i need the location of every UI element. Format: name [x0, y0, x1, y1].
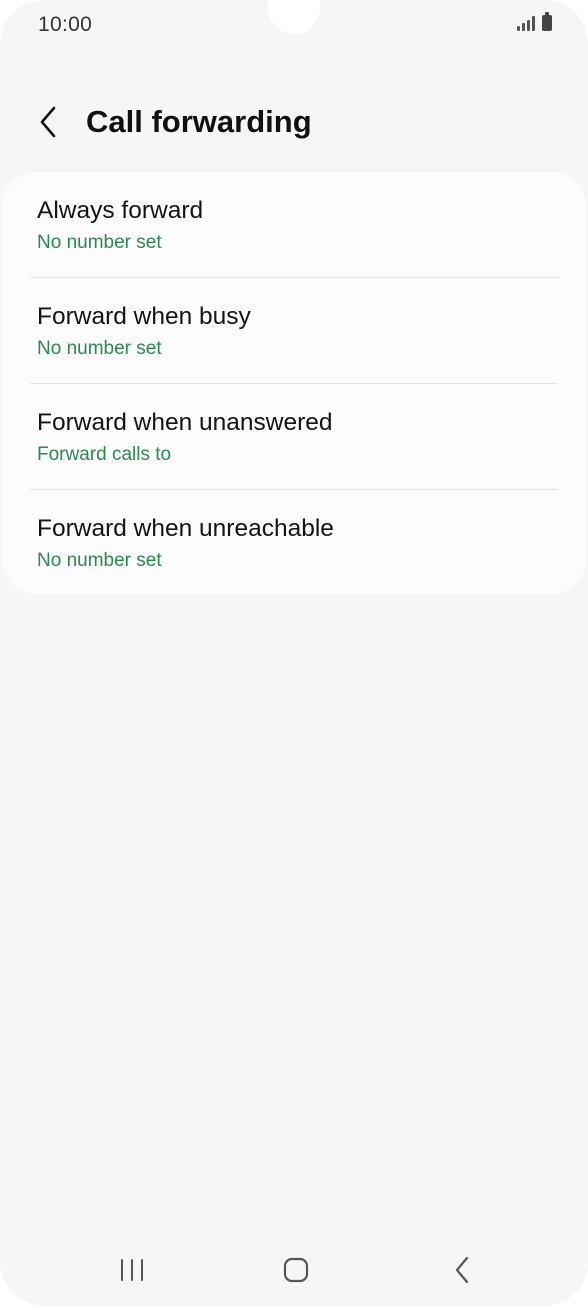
navigation-bar [0, 1240, 588, 1300]
option-status: No number set [37, 338, 162, 359]
page-title: Call forwarding [86, 104, 312, 139]
option-status: No number set [37, 550, 162, 571]
option-forward-when-busy[interactable]: Forward when busy No number set [2, 278, 586, 384]
option-title: Always forward [37, 197, 204, 224]
chevron-left-icon [40, 106, 56, 138]
back-button[interactable] [28, 102, 68, 142]
home-button[interactable] [266, 1250, 326, 1290]
signal-icon [517, 15, 535, 31]
option-status: Forward calls to [37, 444, 172, 465]
back-icon [455, 1256, 469, 1284]
battery-icon [542, 12, 552, 31]
forwarding-options-list: Always forward No number set Forward whe… [2, 172, 586, 594]
option-always-forward[interactable]: Always forward No number set [2, 172, 586, 278]
option-forward-when-unanswered[interactable]: Forward when unanswered Forward calls to [2, 384, 586, 490]
status-time: 10:00 [38, 13, 93, 36]
status-bar: 10:00 [0, 0, 588, 50]
phone-screen: 10:00 Call forwarding Always forward No … [0, 0, 588, 1306]
home-icon [283, 1257, 309, 1283]
option-title: Forward when unanswered [37, 409, 333, 436]
option-title: Forward when unreachable [37, 515, 334, 542]
nav-back-button[interactable] [432, 1250, 492, 1290]
recents-button[interactable] [102, 1250, 162, 1290]
recents-icon [121, 1259, 143, 1281]
app-header: Call forwarding [0, 92, 588, 152]
option-status: No number set [37, 232, 162, 253]
status-icons [517, 12, 552, 31]
option-title: Forward when busy [37, 303, 251, 330]
option-forward-when-unreachable[interactable]: Forward when unreachable No number set [2, 490, 586, 596]
